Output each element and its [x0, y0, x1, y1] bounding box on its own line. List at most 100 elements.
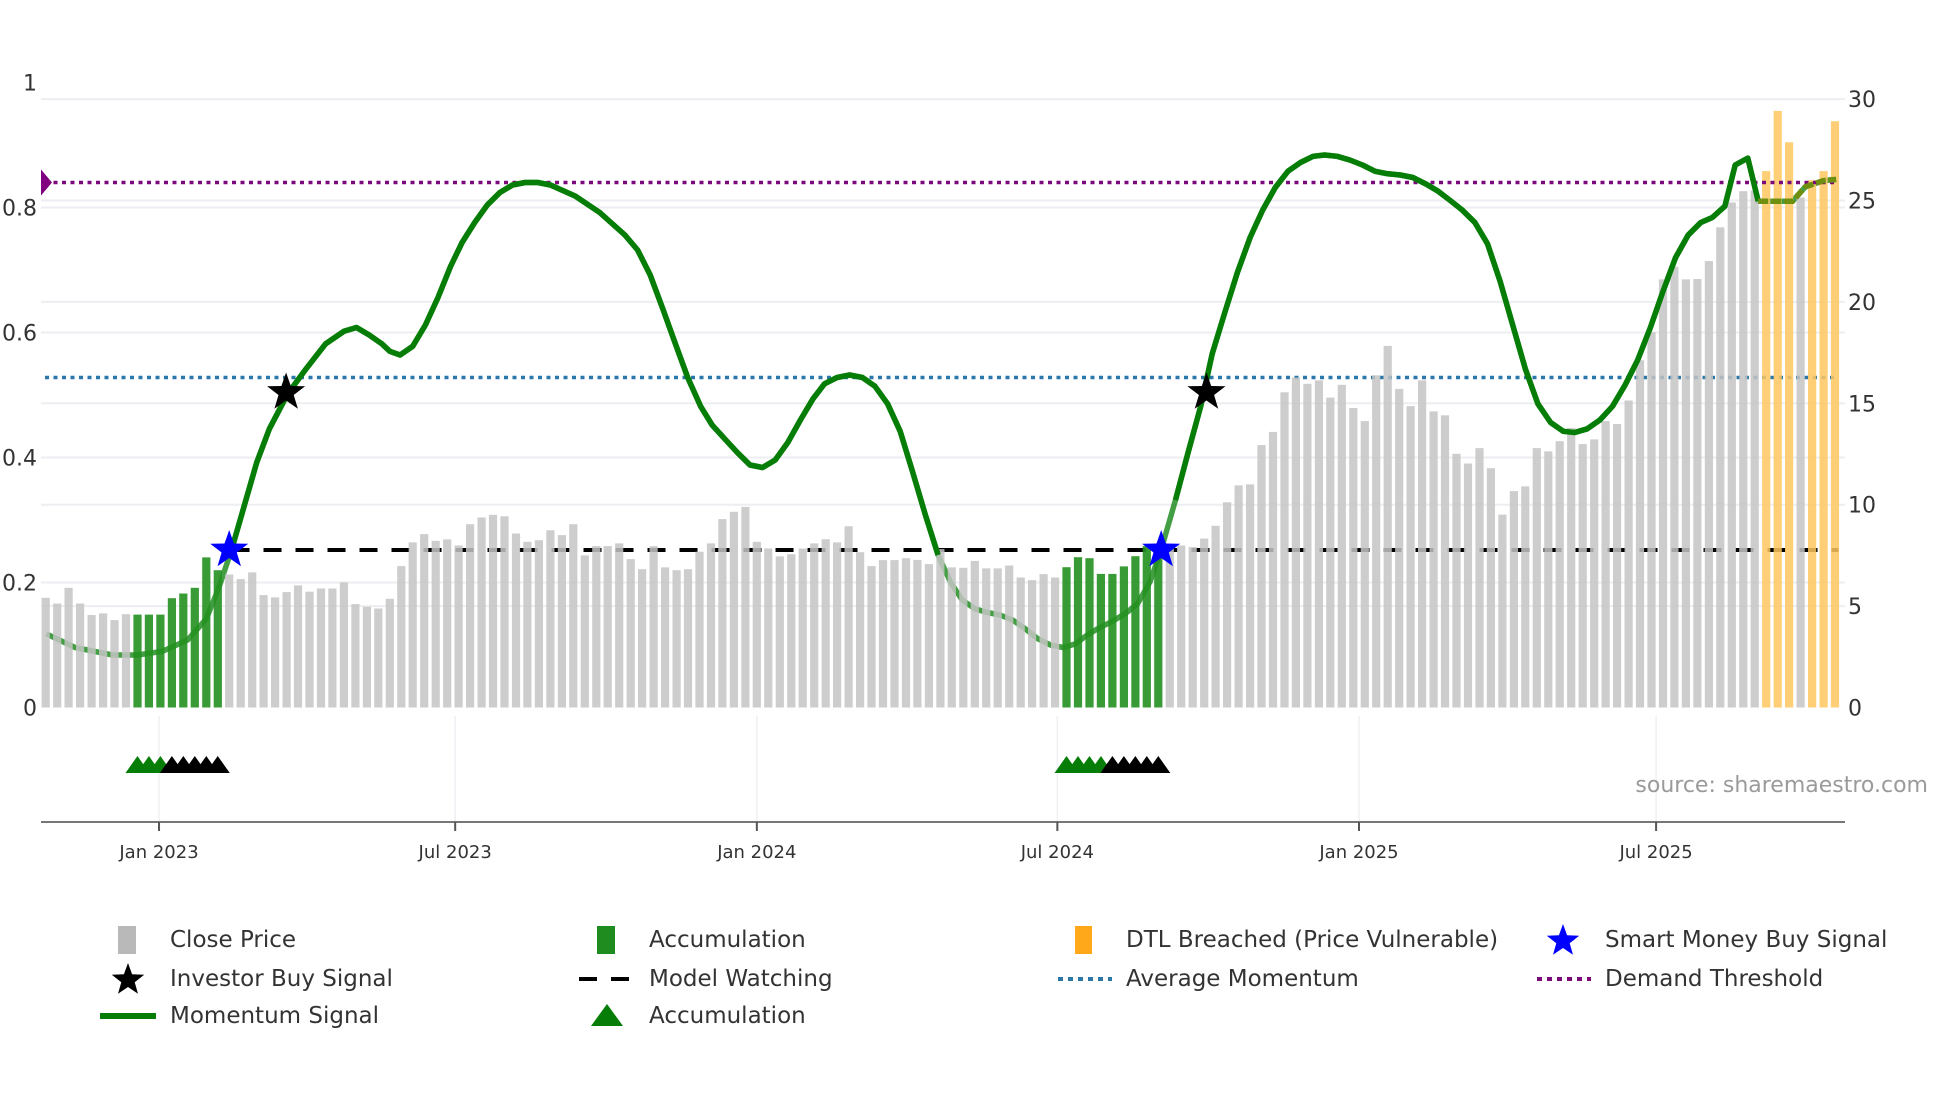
close-price-bar [523, 541, 532, 708]
close-price-bar [878, 560, 888, 708]
momentum-signal-line [228, 179, 941, 556]
close-price-bar [1532, 448, 1541, 708]
accumulation-bar [1142, 546, 1151, 708]
close-price-bar [1475, 448, 1484, 708]
close-price-bar [53, 603, 62, 708]
close-price-bar [305, 591, 314, 708]
accumulation-bar [1073, 557, 1083, 708]
close-price-bar [1670, 266, 1679, 708]
legend-label: Momentum Signal [170, 1003, 380, 1029]
close-price-bar [924, 564, 933, 708]
close-price-bar [661, 567, 670, 708]
close-price-bar [41, 597, 50, 708]
legend-label: Smart Money Buy Signal [1605, 927, 1888, 953]
close-price-bar [649, 546, 658, 708]
right-axis-tick-label: 30 [1848, 88, 1876, 113]
blue-dotted-line-icon [1056, 962, 1112, 996]
left-axis-tick-label: 0.2 [2, 572, 37, 597]
close-price-bar [775, 556, 784, 708]
accumulation-bar [167, 598, 176, 708]
close-price-bar [328, 588, 337, 708]
close-price-bar [1486, 468, 1495, 708]
close-price-bar [1429, 411, 1438, 708]
legend-item-accumulation-triangle: Accumulation [579, 999, 806, 1033]
close-price-bar [1647, 332, 1656, 708]
close-price-bar [511, 533, 521, 708]
x-axis-tick-label: Jan 2023 [118, 842, 198, 863]
legend-item-momentum-signal: Momentum Signal [100, 999, 379, 1033]
close-price-bar [1578, 444, 1587, 708]
close-price-bar [293, 585, 303, 708]
close-price-bar [787, 554, 796, 708]
close-price-bar [1658, 279, 1668, 708]
dtl-breached-bar [1762, 171, 1771, 708]
close-price-bar [420, 534, 429, 708]
legend-label: DTL Breached (Price Vulnerable) [1126, 927, 1499, 953]
close-price-bar [1383, 345, 1392, 708]
close-price-bar [615, 543, 624, 708]
close-price-bar [1291, 377, 1300, 708]
close-price-bar [99, 613, 108, 708]
close-price-bar [87, 615, 96, 708]
x-axis-tick-label: Jul 2025 [1618, 842, 1692, 863]
close-price-bar [1016, 577, 1025, 708]
close-price-bar [1246, 484, 1255, 708]
close-price-bar [488, 514, 498, 708]
close-price-bar [1521, 486, 1530, 708]
close-price-bar [1635, 360, 1645, 708]
close-price-bar [603, 546, 612, 708]
green-line-icon [100, 999, 156, 1033]
right-axis-tick-label: 0 [1848, 697, 1862, 722]
close-price-bar [1440, 415, 1450, 708]
x-axis-tick-label: Jan 2024 [716, 842, 796, 863]
close-price-bar [1739, 191, 1748, 708]
legend-item-model-watching: Model Watching [579, 962, 833, 996]
accumulation-bar [179, 593, 188, 708]
legend-item-accumulation-bar: Accumulation [579, 923, 806, 957]
close-price-bar [867, 566, 876, 708]
close-price-bar [1039, 574, 1048, 708]
close-price-bar [339, 582, 348, 708]
close-price-bar [1750, 190, 1759, 708]
green-square-icon [579, 923, 635, 957]
accumulation-bar [156, 614, 165, 708]
close-price-bar [362, 606, 371, 708]
accumulation-bar [1108, 573, 1117, 708]
close-price-bar [1395, 388, 1404, 708]
dashed-line-icon [579, 962, 635, 996]
close-price-bar [1337, 384, 1346, 708]
close-price-bar [385, 598, 394, 708]
close-price-bar [936, 549, 945, 708]
close-price-bar [259, 595, 268, 708]
legend-label: Accumulation [649, 1003, 806, 1029]
orange-square-icon [1056, 923, 1112, 957]
accumulation-bar [190, 587, 199, 708]
legend-label: Average Momentum [1126, 966, 1359, 992]
close-price-bar [466, 524, 475, 708]
close-price-bar [901, 558, 911, 708]
black-star-icon [100, 962, 156, 996]
close-price-bar [374, 608, 383, 708]
close-price-bar [1234, 485, 1243, 708]
accumulation-bar [1062, 567, 1071, 708]
close-price-bar [1165, 545, 1174, 708]
close-price-bar [1716, 227, 1725, 708]
close-price-bar [706, 543, 716, 708]
close-price-bar [1280, 392, 1289, 708]
accumulation-bar [1085, 558, 1094, 708]
close-price-bar [798, 548, 807, 708]
close-price-bar [741, 506, 750, 708]
close-price-bar [959, 567, 968, 708]
close-price-bar [1051, 577, 1060, 708]
close-price-bar [1567, 428, 1576, 708]
legend-label: Accumulation [649, 927, 806, 953]
accumulation-bar [202, 557, 211, 708]
blue-star-icon [1535, 923, 1591, 957]
close-price-bar [638, 569, 647, 708]
close-price-bar [821, 539, 830, 708]
close-price-bar [557, 535, 566, 708]
close-price-bar [993, 568, 1002, 708]
close-price-bar [248, 572, 257, 708]
legend-label: Demand Threshold [1605, 966, 1824, 992]
close-price-bar [110, 620, 119, 708]
